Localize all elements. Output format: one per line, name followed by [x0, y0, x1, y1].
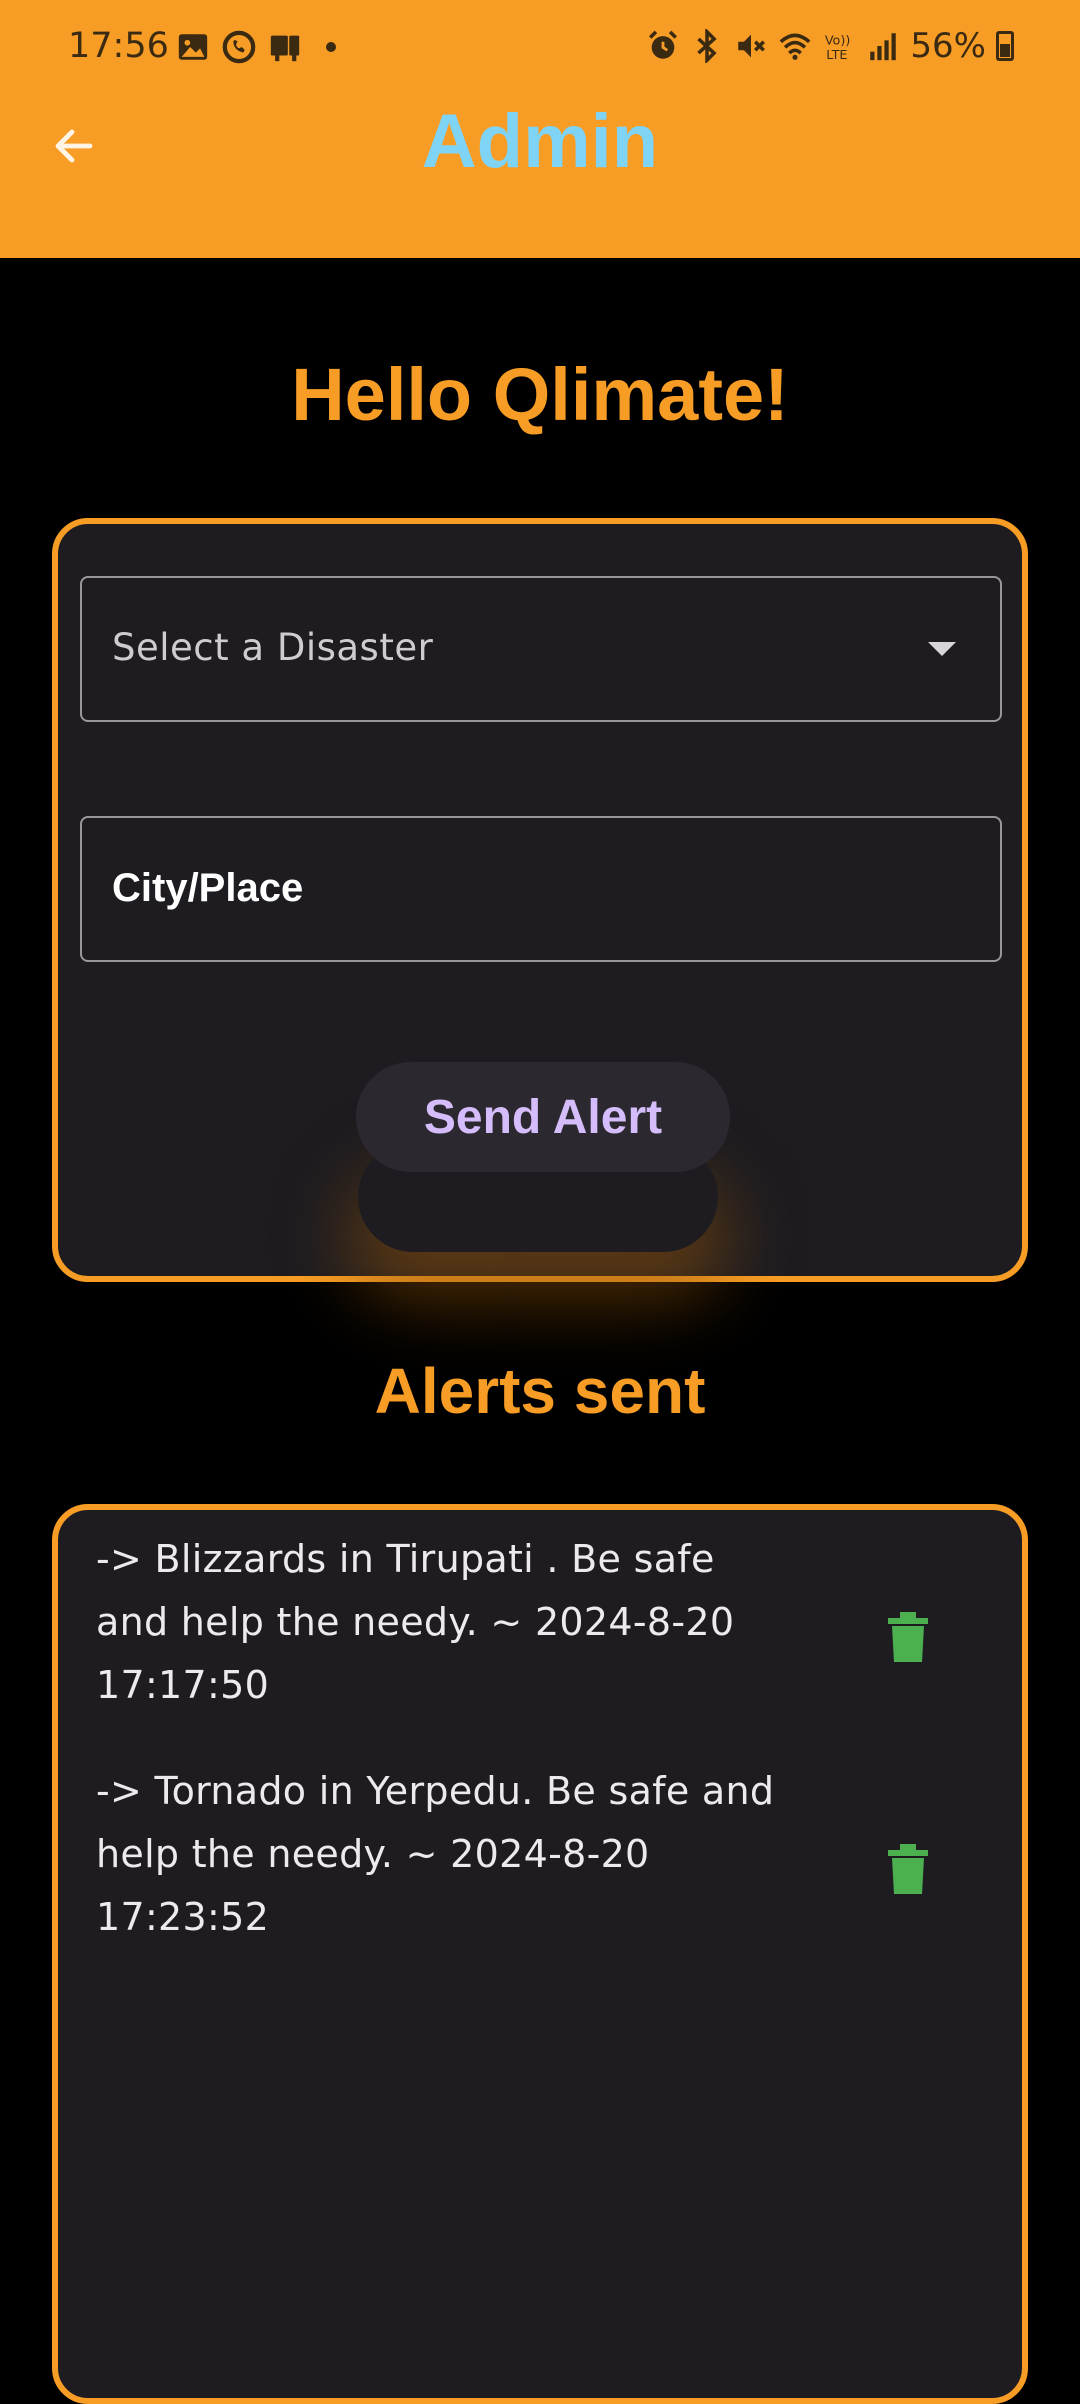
mute-icon: [738, 34, 766, 58]
alerts-sent-heading: Alerts sent: [374, 1355, 706, 1427]
alert-form-card: Select a Disaster City/Place Send Alert: [52, 518, 1028, 1282]
notification-dot: [326, 42, 336, 52]
alert-text: -> Tornado in Yerpedu. Be safe and help …: [96, 1769, 775, 1939]
dropdown-arrow-icon: [928, 642, 956, 656]
alerts-list-card: -> Blizzards in Tirupati . Be safe and h…: [52, 1504, 1028, 2404]
battery-percentage: 56%: [910, 26, 986, 66]
status-left-icons: [176, 30, 336, 64]
trash-icon[interactable]: [888, 1612, 928, 1662]
city-place-label: City/Place: [112, 866, 304, 910]
page-title: Admin: [421, 99, 659, 184]
disaster-select[interactable]: Select a Disaster: [80, 576, 1002, 722]
cast-icon: [270, 35, 300, 62]
city-place-input[interactable]: City/Place: [80, 816, 1002, 962]
wifi-icon: [780, 33, 811, 60]
disaster-select-placeholder: Select a Disaster: [112, 626, 434, 669]
greeting-heading: Hello Qlimate!: [291, 353, 789, 436]
status-bar: 17:56 Vo)) LTE 56%: [0, 0, 1080, 96]
alert-text: -> Blizzards in Tirupati . Be safe and h…: [96, 1537, 735, 1707]
alert-list-item: -> Tornado in Yerpedu. Be safe and help …: [96, 1760, 956, 1949]
gallery-icon: [178, 34, 208, 60]
status-right-icons: Vo)) LTE 56%: [646, 26, 1014, 66]
trash-icon[interactable]: [888, 1844, 928, 1894]
status-time: 17:56: [68, 26, 169, 66]
bluetooth-icon: [697, 29, 718, 63]
volte-icon: Vo)) LTE: [825, 34, 850, 63]
svg-text:LTE: LTE: [827, 48, 848, 63]
signal-icon: [870, 33, 897, 61]
alert-list-item: -> Blizzards in Tirupati . Be safe and h…: [96, 1528, 956, 1717]
svg-text:Vo)): Vo)): [825, 34, 850, 49]
whatsapp-icon: [222, 30, 256, 64]
battery-icon: [996, 31, 1014, 61]
send-alert-button[interactable]: Send Alert: [356, 1062, 730, 1172]
alarm-icon: [649, 30, 678, 59]
app-bar: 17:56 Vo)) LTE 56% Admin: [0, 0, 1080, 258]
